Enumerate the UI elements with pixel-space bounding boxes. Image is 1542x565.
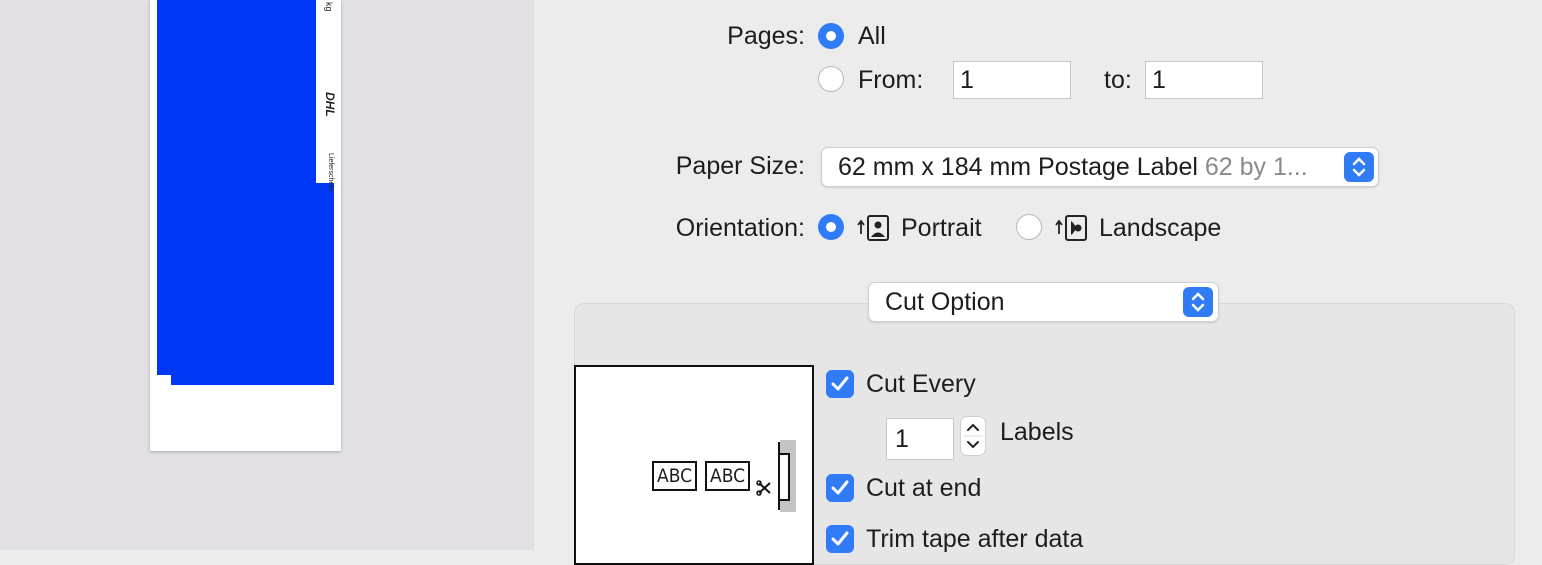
section-popup[interactable]: Cut Option xyxy=(868,282,1219,322)
orientation-label: Orientation: xyxy=(675,214,805,242)
chevron-up-down-icon xyxy=(1344,152,1374,182)
pages-all-label[interactable]: All xyxy=(858,22,886,51)
pages-to-label: to: xyxy=(1104,66,1132,94)
orientation-portrait-label[interactable]: Portrait xyxy=(901,214,982,243)
paper-size-label: Paper Size: xyxy=(675,152,805,180)
landscape-icon xyxy=(1054,214,1090,247)
preview-blue-foot xyxy=(171,375,334,385)
preview-blue-block-lower xyxy=(157,183,334,375)
cut-at-end-label[interactable]: Cut at end xyxy=(866,474,981,503)
portrait-icon xyxy=(856,214,892,247)
paper-size-popup[interactable]: 62 mm x 184 mm Postage Label 62 by 1... xyxy=(821,147,1379,187)
orientation-landscape-label[interactable]: Landscape xyxy=(1099,214,1221,243)
tape-edge-icon xyxy=(776,440,798,517)
preview-text-kg: kg xyxy=(324,2,334,12)
pages-all-radio[interactable] xyxy=(818,23,844,49)
preview-dhl-logo: DHL xyxy=(323,92,337,117)
trim-tape-checkbox[interactable] xyxy=(826,525,854,553)
print-settings-panel: Pages: All From: 1 to: 1 Paper Size: 62 … xyxy=(534,0,1542,565)
cut-every-label[interactable]: Cut Every xyxy=(866,370,976,399)
label-preview xyxy=(150,0,341,451)
chevron-up-down-icon xyxy=(1183,287,1213,317)
cut-at-end-checkbox[interactable] xyxy=(826,474,854,502)
paper-size-detail: 62 by 1... xyxy=(1204,153,1308,181)
pages-from-field[interactable]: 1 xyxy=(953,61,1071,99)
orientation-landscape-radio[interactable] xyxy=(1016,214,1042,240)
diagram-label-1: ABC xyxy=(652,461,698,491)
pages-label: Pages: xyxy=(727,22,805,50)
pages-to-field[interactable]: 1 xyxy=(1145,61,1263,99)
pages-from-label[interactable]: From: xyxy=(858,66,923,95)
preview-blue-block xyxy=(157,0,316,183)
scissors-icon xyxy=(756,479,774,502)
orientation-portrait-radio[interactable] xyxy=(818,214,844,240)
print-preview-pane: kg DHL Lieferschein xyxy=(0,0,534,550)
cut-every-unit-label: Labels xyxy=(1000,418,1074,446)
section-popup-value: Cut Option xyxy=(885,288,1005,316)
cut-every-checkbox[interactable] xyxy=(826,370,854,398)
pages-from-radio[interactable] xyxy=(818,66,844,92)
cut-every-count-field[interactable]: 1 xyxy=(886,418,954,460)
preview-small-text: Lieferschein xyxy=(327,153,334,191)
cut-every-stepper[interactable] xyxy=(960,416,986,456)
cut-option-diagram: ABC ABC xyxy=(574,365,814,565)
diagram-label-2: ABC xyxy=(705,461,751,491)
paper-size-value: 62 mm x 184 mm Postage Label xyxy=(838,153,1198,181)
